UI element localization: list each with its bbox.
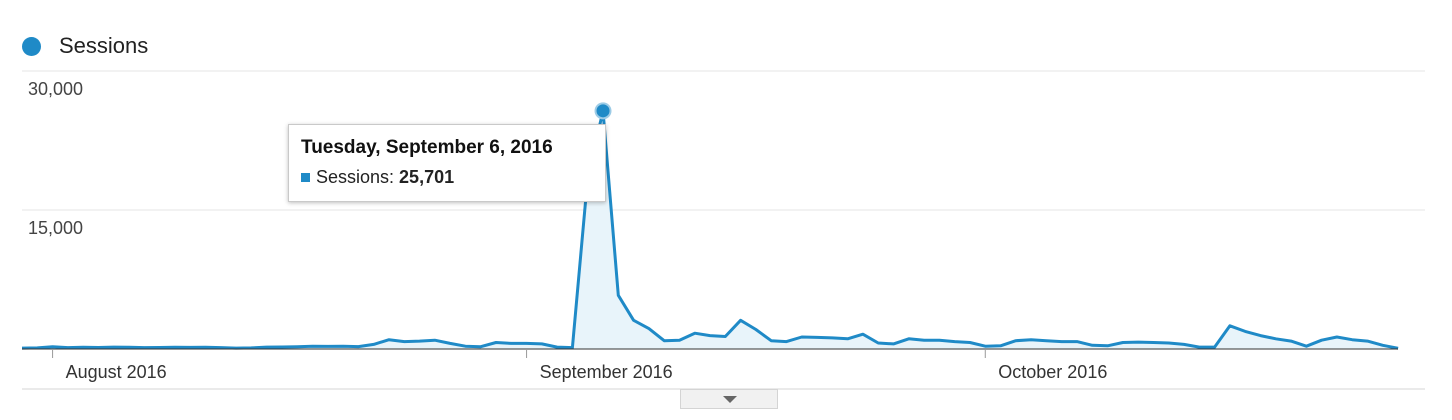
data-point[interactable]: [1119, 339, 1127, 347]
sessions-area-fill: [22, 110, 1399, 349]
data-point[interactable]: [523, 339, 531, 347]
data-point[interactable]: [202, 343, 210, 351]
sessions-chart: 30,000 15,000 August 2016 September 2016 Oc…: [18, 70, 1425, 390]
data-point[interactable]: [1195, 343, 1203, 351]
highlight-point[interactable]: [594, 102, 612, 120]
data-point[interactable]: [156, 344, 164, 352]
data-point[interactable]: [1058, 338, 1066, 346]
data-point[interactable]: [1088, 341, 1096, 349]
data-point[interactable]: [1042, 337, 1050, 345]
data-point[interactable]: [370, 340, 378, 348]
data-point[interactable]: [1226, 322, 1234, 330]
legend-swatch-icon: [22, 36, 41, 56]
data-point[interactable]: [614, 291, 622, 299]
data-point[interactable]: [874, 339, 882, 347]
data-point[interactable]: [844, 335, 852, 343]
tooltip-swatch-icon: [301, 173, 310, 182]
data-point[interactable]: [431, 336, 439, 344]
data-point[interactable]: [232, 344, 240, 352]
legend: Sessions: [22, 30, 148, 62]
data-point[interactable]: [1318, 336, 1326, 344]
data-point[interactable]: [110, 343, 118, 351]
data-point[interactable]: [676, 336, 684, 344]
data-point[interactable]: [798, 333, 806, 341]
data-point[interactable]: [813, 333, 821, 341]
data-point[interactable]: [1348, 336, 1356, 344]
data-point[interactable]: [752, 326, 760, 334]
data-point[interactable]: [1287, 337, 1295, 345]
data-point[interactable]: [645, 325, 653, 333]
data-point[interactable]: [278, 343, 286, 351]
data-point[interactable]: [94, 344, 102, 352]
data-point[interactable]: [935, 336, 943, 344]
chevron-down-icon: [723, 396, 737, 403]
data-point[interactable]: [1180, 340, 1188, 348]
data-point[interactable]: [553, 343, 561, 351]
legend-label: Sessions: [59, 33, 149, 58]
data-point[interactable]: [568, 344, 576, 352]
data-point[interactable]: [186, 343, 194, 351]
data-point[interactable]: [492, 339, 500, 347]
data-point[interactable]: [538, 340, 546, 348]
data-point[interactable]: [1012, 337, 1020, 345]
data-point[interactable]: [1211, 343, 1219, 351]
data-point[interactable]: [1073, 338, 1081, 346]
expand-chart-button[interactable]: [680, 389, 778, 409]
data-point[interactable]: [920, 336, 928, 344]
data-point[interactable]: [905, 335, 913, 343]
data-point[interactable]: [507, 339, 515, 347]
data-point[interactable]: [385, 336, 393, 344]
data-point[interactable]: [706, 332, 714, 340]
sessions-line: [21, 109, 1399, 350]
data-point[interactable]: [721, 333, 729, 341]
data-tooltip: Tuesday, September 6, 2016 Sessions: 25,…: [288, 124, 606, 202]
data-point[interactable]: [859, 330, 867, 338]
data-point[interactable]: [966, 339, 974, 347]
data-point[interactable]: [660, 337, 668, 345]
tooltip-metric-label: Sessions:: [316, 167, 395, 187]
data-point[interactable]: [1364, 337, 1372, 345]
data-point[interactable]: [767, 337, 775, 345]
data-point[interactable]: [737, 316, 745, 324]
data-point[interactable]: [247, 344, 255, 352]
data-point[interactable]: [1241, 327, 1249, 335]
tooltip-row: Sessions: 25,701: [301, 167, 593, 188]
data-point[interactable]: [1027, 336, 1035, 344]
data-point[interactable]: [171, 343, 179, 351]
data-point[interactable]: [416, 337, 424, 345]
data-point[interactable]: [1333, 333, 1341, 341]
data-point[interactable]: [79, 343, 87, 351]
y-tick-label: 30,000: [28, 79, 83, 99]
data-point[interactable]: [1379, 341, 1387, 349]
data-point[interactable]: [33, 344, 41, 352]
data-point[interactable]: [1272, 335, 1280, 343]
y-tick-label: 15,000: [28, 218, 83, 238]
data-point[interactable]: [783, 338, 791, 346]
x-tick-label: October 2016: [998, 362, 1107, 382]
data-point[interactable]: [446, 339, 454, 347]
data-point[interactable]: [951, 338, 959, 346]
data-point[interactable]: [890, 340, 898, 348]
data-point[interactable]: [64, 344, 72, 352]
data-point[interactable]: [1165, 339, 1173, 347]
data-point[interactable]: [1394, 344, 1402, 352]
data-point[interactable]: [217, 344, 225, 352]
x-tick-label: August 2016: [66, 362, 167, 382]
data-point[interactable]: [1150, 339, 1158, 347]
data-point[interactable]: [140, 344, 148, 352]
data-point[interactable]: [691, 329, 699, 337]
data-point[interactable]: [1134, 338, 1142, 346]
data-point[interactable]: [125, 343, 133, 351]
data-point[interactable]: [630, 316, 638, 324]
data-point[interactable]: [263, 343, 271, 351]
data-point[interactable]: [400, 338, 408, 346]
tooltip-metric-value: 25,701: [399, 167, 455, 187]
data-point[interactable]: [18, 344, 26, 352]
tooltip-date: Tuesday, September 6, 2016: [301, 137, 553, 158]
data-point[interactable]: [828, 334, 836, 342]
x-tick-label: September 2016: [540, 362, 673, 382]
data-point[interactable]: [1257, 332, 1265, 340]
